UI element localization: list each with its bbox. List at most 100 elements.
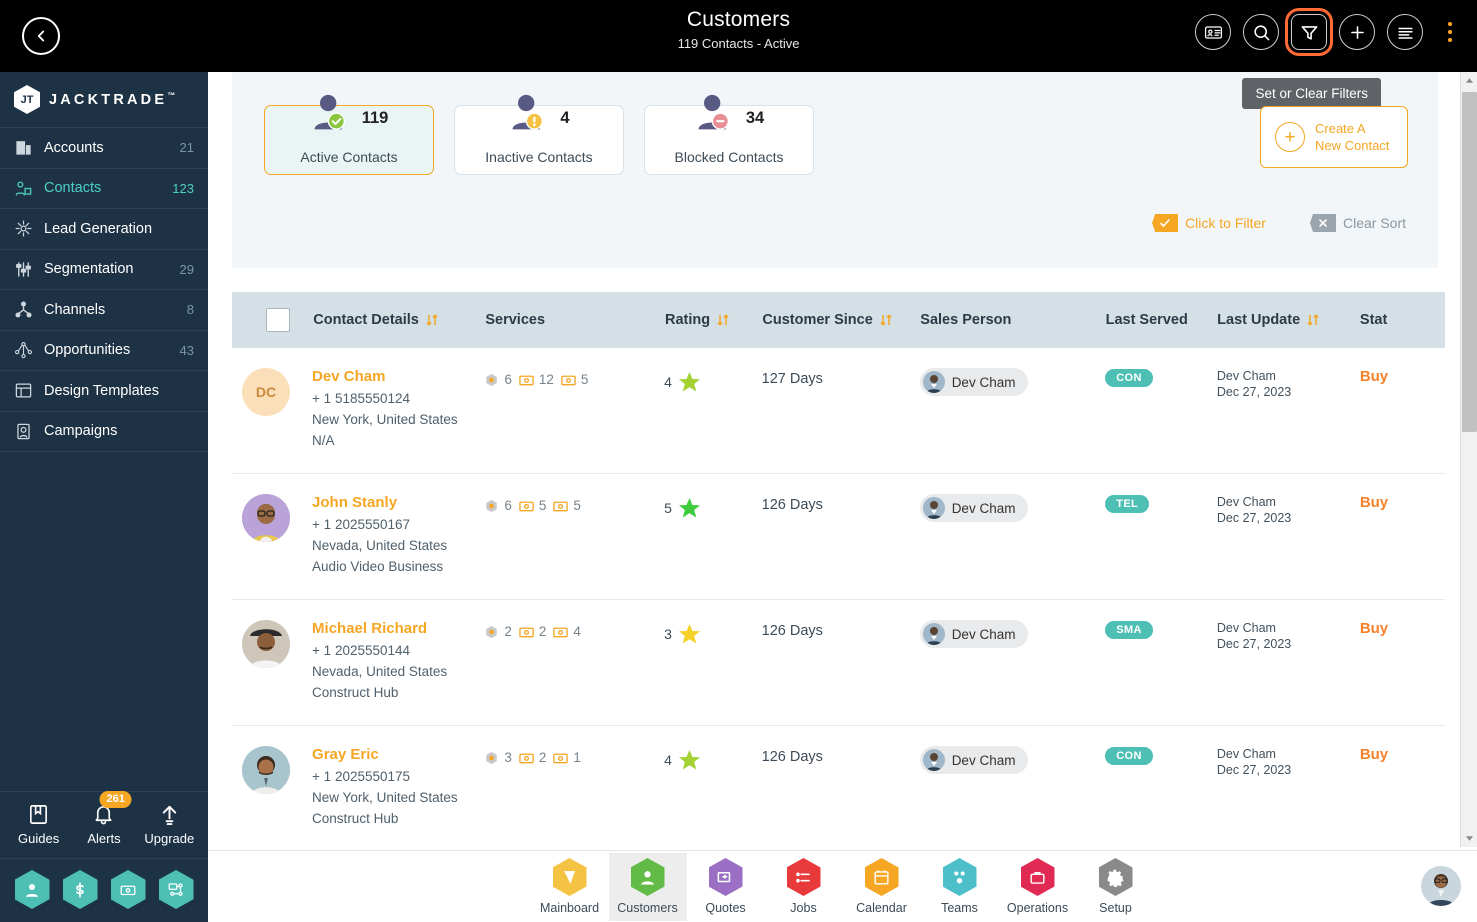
column-contact-details[interactable]: Contact Details (313, 312, 485, 328)
bottom-nav-jobs[interactable]: Jobs (765, 853, 843, 921)
sidebar: JT JACKTRADE™ Accounts 21 Contacts 123 L… (0, 72, 208, 922)
services-cell: 3 2 1 (484, 746, 664, 765)
sort-icon (426, 314, 438, 326)
column-last-update[interactable]: Last Update (1217, 312, 1360, 328)
clear-sort-button[interactable]: Clear Sort (1309, 214, 1406, 232)
network-hex-button[interactable] (158, 870, 194, 909)
bottom-nav-label: Setup (1099, 901, 1132, 915)
bottom-nav-calendar[interactable]: Calendar (843, 853, 921, 921)
table-row[interactable]: DC Dev Cham + 1 5185550124 New York, Uni… (232, 348, 1445, 474)
status-badge: SMA (1105, 621, 1153, 639)
bottom-nav-label: Mainboard (539, 901, 600, 915)
filter-icon-button[interactable] (1285, 8, 1333, 56)
add-icon (1350, 25, 1364, 39)
sales-person-chip[interactable]: Dev Cham (919, 620, 1029, 648)
sidebar-item-accounts[interactable]: Accounts 21 (0, 128, 208, 169)
contact-details-cell: Dev Cham + 1 5185550124 New York, United… (312, 368, 484, 448)
vertical-scrollbar[interactable] (1460, 72, 1477, 847)
bottom-nav-teams[interactable]: Teams (921, 853, 999, 921)
table-row[interactable]: John Stanly + 1 2025550167 Nevada, Unite… (232, 474, 1445, 600)
bottom-nav-items: Mainboard Customers Quotes Jobs Calendar… (531, 852, 1155, 921)
contact-card-icon-button[interactable] (1195, 14, 1231, 50)
click-to-filter-button[interactable]: Click to Filter (1152, 214, 1266, 232)
payment-hex-button[interactable] (110, 870, 146, 909)
contact-name[interactable]: Gray Eric (312, 746, 484, 763)
add-icon-button[interactable] (1339, 14, 1375, 50)
opportunities-icon (14, 341, 33, 360)
bottom-nav-customers[interactable]: Customers (608, 852, 687, 921)
contact-name[interactable]: Michael Richard (312, 620, 484, 637)
table-row[interactable]: Michael Richard + 1 2025550144 Nevada, U… (232, 600, 1445, 726)
last-update-cell: Dev Cham Dec 27, 2023 (1217, 620, 1360, 652)
kebab-menu-icon[interactable] (1437, 14, 1463, 50)
plus-circle-icon: + (1275, 122, 1305, 152)
update-date: Dec 27, 2023 (1216, 511, 1292, 525)
create-new-contact-button[interactable]: + Create A New Contact (1260, 106, 1408, 168)
update-date: Dec 27, 2023 (1216, 385, 1292, 399)
hex-badge-icon (486, 373, 498, 386)
sales-person-chip[interactable]: Dev Cham (919, 368, 1029, 396)
row-avatar-cell (232, 620, 312, 668)
column-services: Services (485, 312, 546, 328)
sidebar-label: Segmentation (44, 261, 134, 278)
profile-hex-button[interactable] (14, 870, 50, 909)
service-item: 5 (519, 498, 546, 513)
sort-icon (1307, 314, 1319, 326)
select-all-cell (232, 308, 313, 332)
table-row[interactable]: Gray Eric + 1 2025550175 New York, Unite… (232, 726, 1445, 844)
stat-card-blocked-contacts[interactable]: 34 Blocked Contacts (644, 94, 814, 175)
sidebar-count: 8 (186, 302, 194, 318)
column-rating[interactable]: Rating (665, 312, 762, 328)
bottom-navigation: Mainboard Customers Quotes Jobs Calendar… (208, 850, 1477, 922)
list-icon-button[interactable] (1387, 14, 1423, 50)
scroll-down-button[interactable] (1461, 830, 1477, 847)
guides-button[interactable]: Guides (8, 802, 70, 846)
contact-name[interactable]: John Stanly (312, 494, 484, 511)
operations-icon (1020, 858, 1055, 896)
customer-since-cell: 126 Days (761, 623, 823, 639)
dollar-hex-button[interactable] (62, 870, 98, 909)
back-button[interactable] (22, 17, 60, 55)
sidebar-item-campaigns[interactable]: Campaigns (0, 412, 208, 452)
star-icon (678, 498, 700, 518)
sidebar-label: Channels (44, 301, 106, 318)
contact-location: New York, United States (312, 790, 458, 805)
card-icon (553, 627, 569, 637)
user-avatar[interactable] (1421, 866, 1461, 906)
brand-name: JACKTRADE™ (49, 91, 176, 108)
sidebar-item-segmentation[interactable]: Segmentation 29 (0, 250, 208, 290)
alerts-button[interactable]: 261 Alerts (73, 791, 135, 846)
sales-person-chip[interactable]: Dev Cham (919, 494, 1029, 522)
service-item: 1 (553, 750, 581, 765)
hex-badge-icon (486, 625, 498, 638)
check-badge-icon (1152, 214, 1179, 232)
person-check-icon (310, 91, 350, 135)
sidebar-item-lead-generation[interactable]: Lead Generation (0, 209, 208, 250)
sidebar-tools: Guides 261 Alerts Upgrade (0, 791, 208, 858)
scroll-up-button[interactable] (1461, 72, 1477, 89)
rating-cell: 4 (664, 368, 761, 394)
sidebar-item-channels[interactable]: Channels 8 (0, 290, 208, 331)
sidebar-item-design-templates[interactable]: Design Templates (0, 371, 208, 412)
stat-card-active-contacts[interactable]: 119 Active Contacts (264, 94, 434, 175)
stat-card-inactive-contacts[interactable]: 4 Inactive Contacts (454, 94, 624, 175)
sidebar-item-contacts[interactable]: Contacts 123 (0, 169, 208, 209)
last-served-cell: SMA (1105, 620, 1217, 639)
building-icon (14, 138, 33, 157)
bottom-nav-setup[interactable]: Setup (1077, 853, 1155, 921)
profile-hex-icon (26, 883, 38, 897)
stat-label: Active Contacts (300, 149, 398, 165)
service-item: 5 (553, 498, 581, 513)
search-icon-button[interactable] (1243, 14, 1279, 50)
bottom-nav-mainboard[interactable]: Mainboard (531, 853, 609, 921)
column-customer-since[interactable]: Customer Since (762, 312, 920, 328)
bottom-nav-quotes[interactable]: Quotes (687, 853, 765, 921)
sales-person-chip[interactable]: Dev Cham (919, 746, 1029, 774)
contact-name[interactable]: Dev Cham (312, 368, 484, 385)
select-all-checkbox[interactable] (266, 308, 290, 332)
upgrade-button[interactable]: Upgrade (138, 802, 200, 846)
sidebar-item-opportunities[interactable]: Opportunities 43 (0, 331, 208, 371)
scrollbar-thumb[interactable] (1462, 92, 1477, 432)
bottom-nav-operations[interactable]: Operations (999, 853, 1077, 921)
sales-person-name: Dev Cham (951, 752, 1016, 768)
